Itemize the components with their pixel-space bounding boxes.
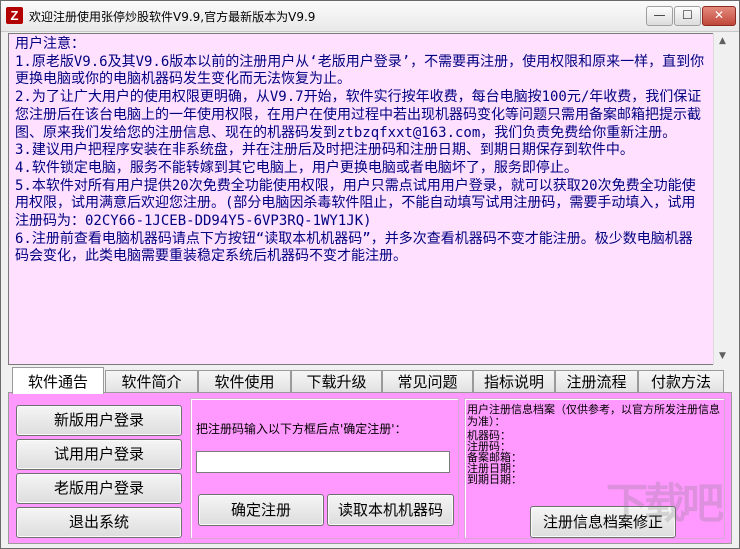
notice-text-area[interactable]: 用户注意： 1.原老版V9.6及其V9.6版本以前的注册用户从‘老版用户登录’，… bbox=[8, 33, 722, 365]
close-icon: ✕ bbox=[713, 8, 725, 22]
minimize-icon: — bbox=[653, 8, 666, 22]
registration-code-input[interactable] bbox=[196, 451, 450, 473]
notice-text: 用户注意： 1.原老版V9.6及其V9.6版本以前的注册用户从‘老版用户登录’，… bbox=[15, 36, 705, 265]
scroll-down-icon[interactable]: ▼ bbox=[714, 348, 731, 365]
old-user-login-button[interactable]: 老版用户登录 bbox=[16, 473, 182, 504]
tab-payment-methods[interactable]: 付款方法 bbox=[638, 370, 724, 393]
info-archive-note: 用户注册信息档案（仅供参考，以官方所发注册信息为准）： bbox=[467, 403, 720, 428]
tab-software-intro[interactable]: 软件简介 bbox=[105, 370, 198, 393]
scroll-up-icon[interactable]: ▲ bbox=[714, 33, 731, 50]
registration-code-label: 把注册码输入以下方框后点'确定注册'： bbox=[196, 422, 407, 436]
close-button[interactable]: ✕ bbox=[702, 6, 736, 26]
read-machine-code-button[interactable]: 读取本机机器码 bbox=[327, 494, 454, 526]
tab-faq[interactable]: 常见问题 bbox=[382, 370, 473, 393]
title-bar[interactable]: Z 欢迎注册使用张停炒股软件V9.9,官方最新版本为V9.9 — ☐ ✕ bbox=[1, 1, 739, 32]
tab-download-upgrade[interactable]: 下载升级 bbox=[291, 370, 382, 393]
minimize-button[interactable]: — bbox=[646, 6, 673, 26]
maximize-button[interactable]: ☐ bbox=[674, 6, 701, 26]
app-logo-icon: Z bbox=[6, 7, 23, 24]
tab-software-notice[interactable]: 软件通告 bbox=[12, 367, 104, 394]
watermark-logo: 下载吧 bbox=[606, 479, 724, 528]
trial-user-login-button[interactable]: 试用用户登录 bbox=[16, 439, 182, 470]
tab-bar: 软件通告 软件简介 软件使用 下载升级 常见问题 指标说明 注册流程 付款方法 bbox=[12, 367, 726, 394]
maximize-icon: ☐ bbox=[682, 8, 693, 22]
notice-scrollbar[interactable]: ▲ ▼ bbox=[713, 33, 731, 365]
confirm-registration-button[interactable]: 确定注册 bbox=[198, 494, 324, 526]
tab-registration-process[interactable]: 注册流程 bbox=[555, 370, 638, 393]
new-user-login-button[interactable]: 新版用户登录 bbox=[16, 405, 182, 436]
expiry-date-field: 到期日期： bbox=[467, 473, 522, 486]
info-archive-fields: 机器码： 注册码： 备案邮箱： 注册日期： 到期日期： bbox=[467, 430, 522, 485]
tab-indicator-guide[interactable]: 指标说明 bbox=[473, 370, 555, 393]
window-title: 欢迎注册使用张停炒股软件V9.9,官方最新版本为V9.9 bbox=[29, 10, 316, 24]
exit-button[interactable]: 退出系统 bbox=[16, 507, 182, 538]
tab-software-usage[interactable]: 软件使用 bbox=[198, 370, 291, 393]
